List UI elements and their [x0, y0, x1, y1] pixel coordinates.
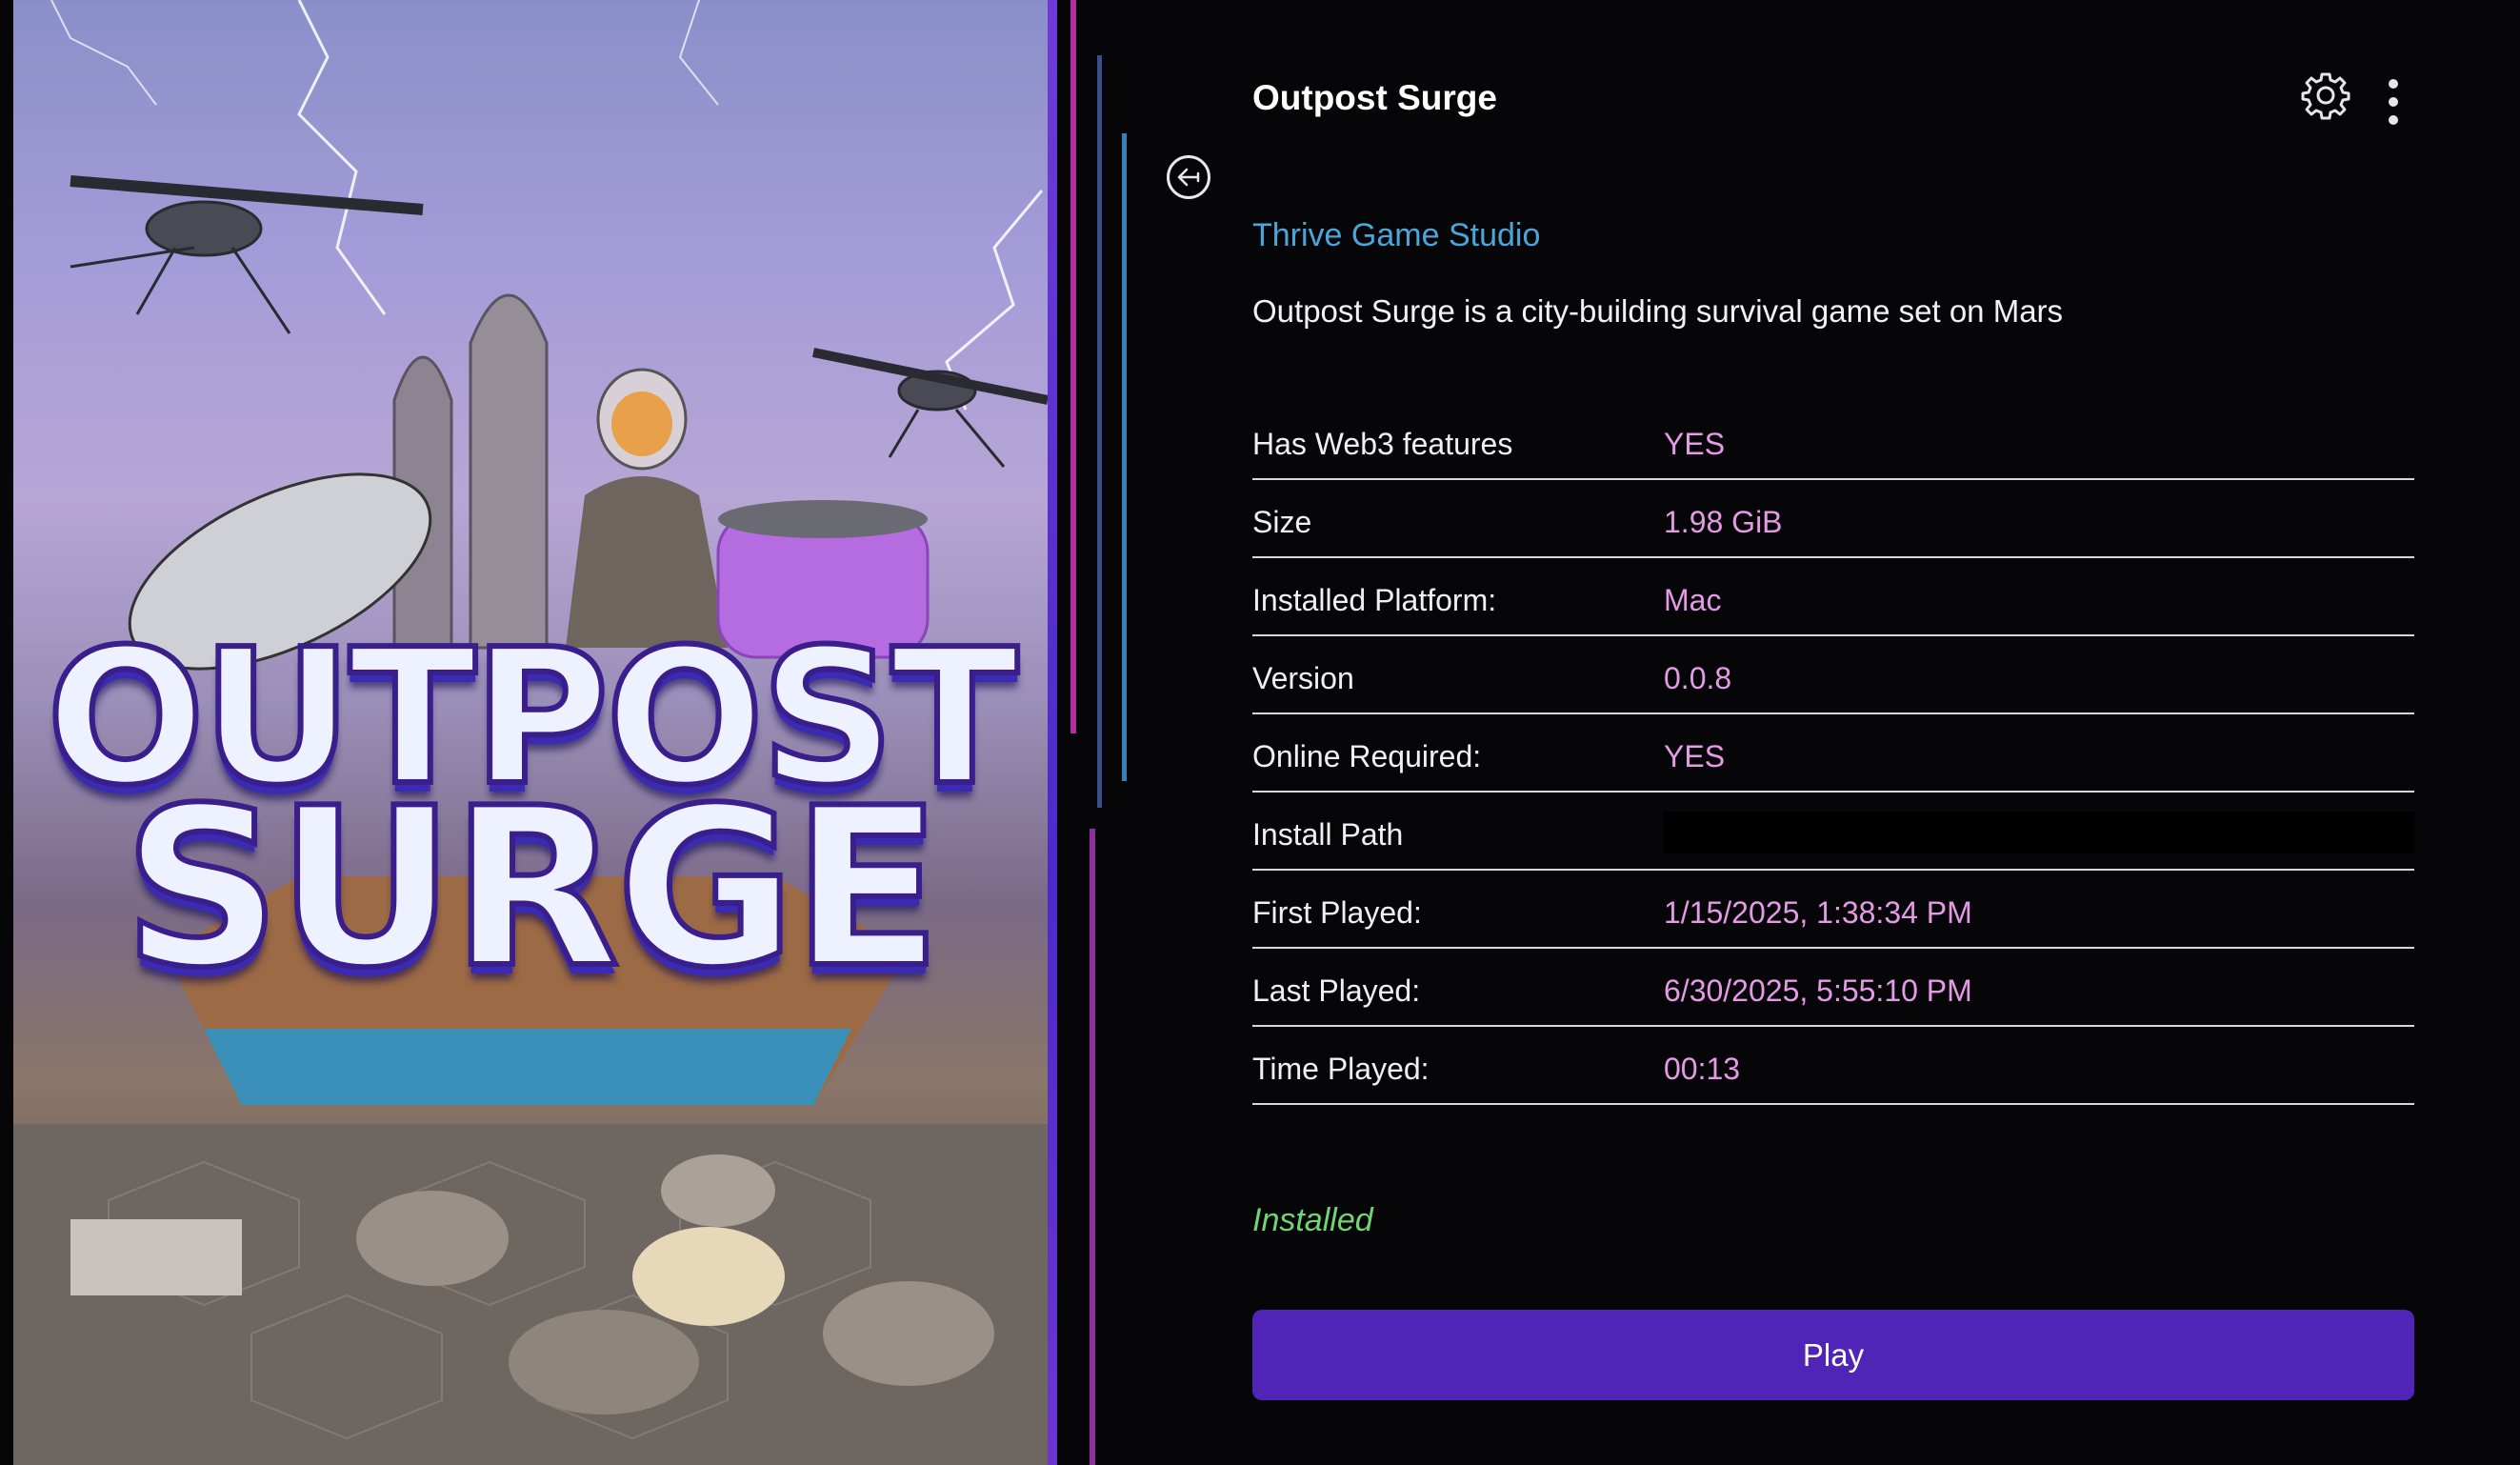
- detail-label: First Played:: [1252, 894, 1422, 930]
- detail-row-online-required: Online Required: YES: [1252, 716, 2414, 793]
- detail-label: Has Web3 features: [1252, 426, 1513, 461]
- detail-label: Version: [1252, 660, 1354, 695]
- game-description: Outpost Surge is a city-building surviva…: [1252, 293, 2064, 329]
- detail-label: Last Played:: [1252, 973, 1421, 1008]
- detail-row-first-played: First Played: 1/15/2025, 1:38:34 PM: [1252, 873, 2414, 949]
- game-details-table: Has Web3 features YES Size 1.98 GiB Inst…: [1252, 404, 2414, 1107]
- detail-value: 6/30/2025, 5:55:10 PM: [1664, 973, 1972, 1008]
- detail-row-version: Version 0.0.8: [1252, 638, 2414, 714]
- gear-icon[interactable]: [2301, 70, 2350, 120]
- detail-row-platform: Installed Platform: Mac: [1252, 560, 2414, 636]
- detail-row-size: Size 1.98 GiB: [1252, 482, 2414, 558]
- detail-value: YES: [1664, 738, 1726, 773]
- detail-value: 00:13: [1664, 1051, 1741, 1086]
- neon-accent-pink-lower: [1090, 829, 1095, 1465]
- neon-accent-blue: [1122, 133, 1127, 781]
- detail-value: 0.0.8: [1664, 660, 1732, 695]
- neon-accent-indigo: [1097, 55, 1102, 808]
- detail-label: Time Played:: [1252, 1051, 1430, 1086]
- studio-link[interactable]: Thrive Game Studio: [1252, 217, 1540, 254]
- cover-logo-line2: SURGE: [120, 759, 944, 1019]
- install-path-redacted: [1662, 812, 2414, 853]
- detail-value: 1.98 GiB: [1664, 504, 1783, 539]
- detail-row-time-played: Time Played: 00:13: [1252, 1029, 2414, 1105]
- neon-accent-pink: [1070, 0, 1076, 733]
- play-button[interactable]: Play: [1252, 1310, 2414, 1400]
- detail-value: 1/15/2025, 1:38:34 PM: [1664, 894, 1972, 930]
- detail-value: YES: [1664, 426, 1726, 461]
- detail-row-last-played: Last Played: 6/30/2025, 5:55:10 PM: [1252, 951, 2414, 1027]
- install-status: Installed: [1252, 1202, 1373, 1238]
- detail-label: Install Path: [1252, 816, 1404, 852]
- detail-label: Size: [1252, 504, 1312, 539]
- detail-row-web3: Has Web3 features YES: [1252, 404, 2414, 480]
- more-options-icon[interactable]: [2381, 76, 2406, 128]
- back-button[interactable]: [1167, 155, 1210, 199]
- neon-divider: [1048, 0, 1057, 1465]
- game-title: Outpost Surge: [1252, 78, 1497, 117]
- detail-label: Installed Platform:: [1252, 582, 1497, 617]
- detail-label: Online Required:: [1252, 738, 1482, 773]
- arrow-left-icon: [1177, 168, 1200, 187]
- game-cover-art: OUTPOST SURGE: [13, 0, 1048, 1465]
- detail-row-install-path: Install Path: [1252, 794, 2414, 871]
- detail-value: Mac: [1664, 582, 1722, 617]
